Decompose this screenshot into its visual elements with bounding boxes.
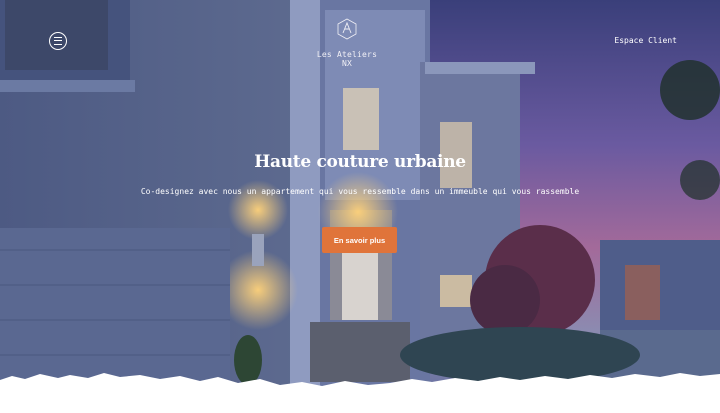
learn-more-button[interactable]: En savoir plus [322,227,397,253]
torn-paper-edge [0,373,720,413]
hero-section: Les Ateliers NX Espace Client Haute cout… [0,0,720,413]
client-area-link[interactable]: Espace Client [614,36,677,45]
hero-title: Haute couture urbaine [254,152,466,172]
brand-logo[interactable]: Les Ateliers NX [311,18,383,68]
brand-name: Les Ateliers NX [316,50,378,68]
hero-subtitle: Co-designez avec nous un appartement qui… [140,187,580,196]
menu-icon[interactable] [49,32,67,50]
compass-logo-icon [337,18,357,40]
